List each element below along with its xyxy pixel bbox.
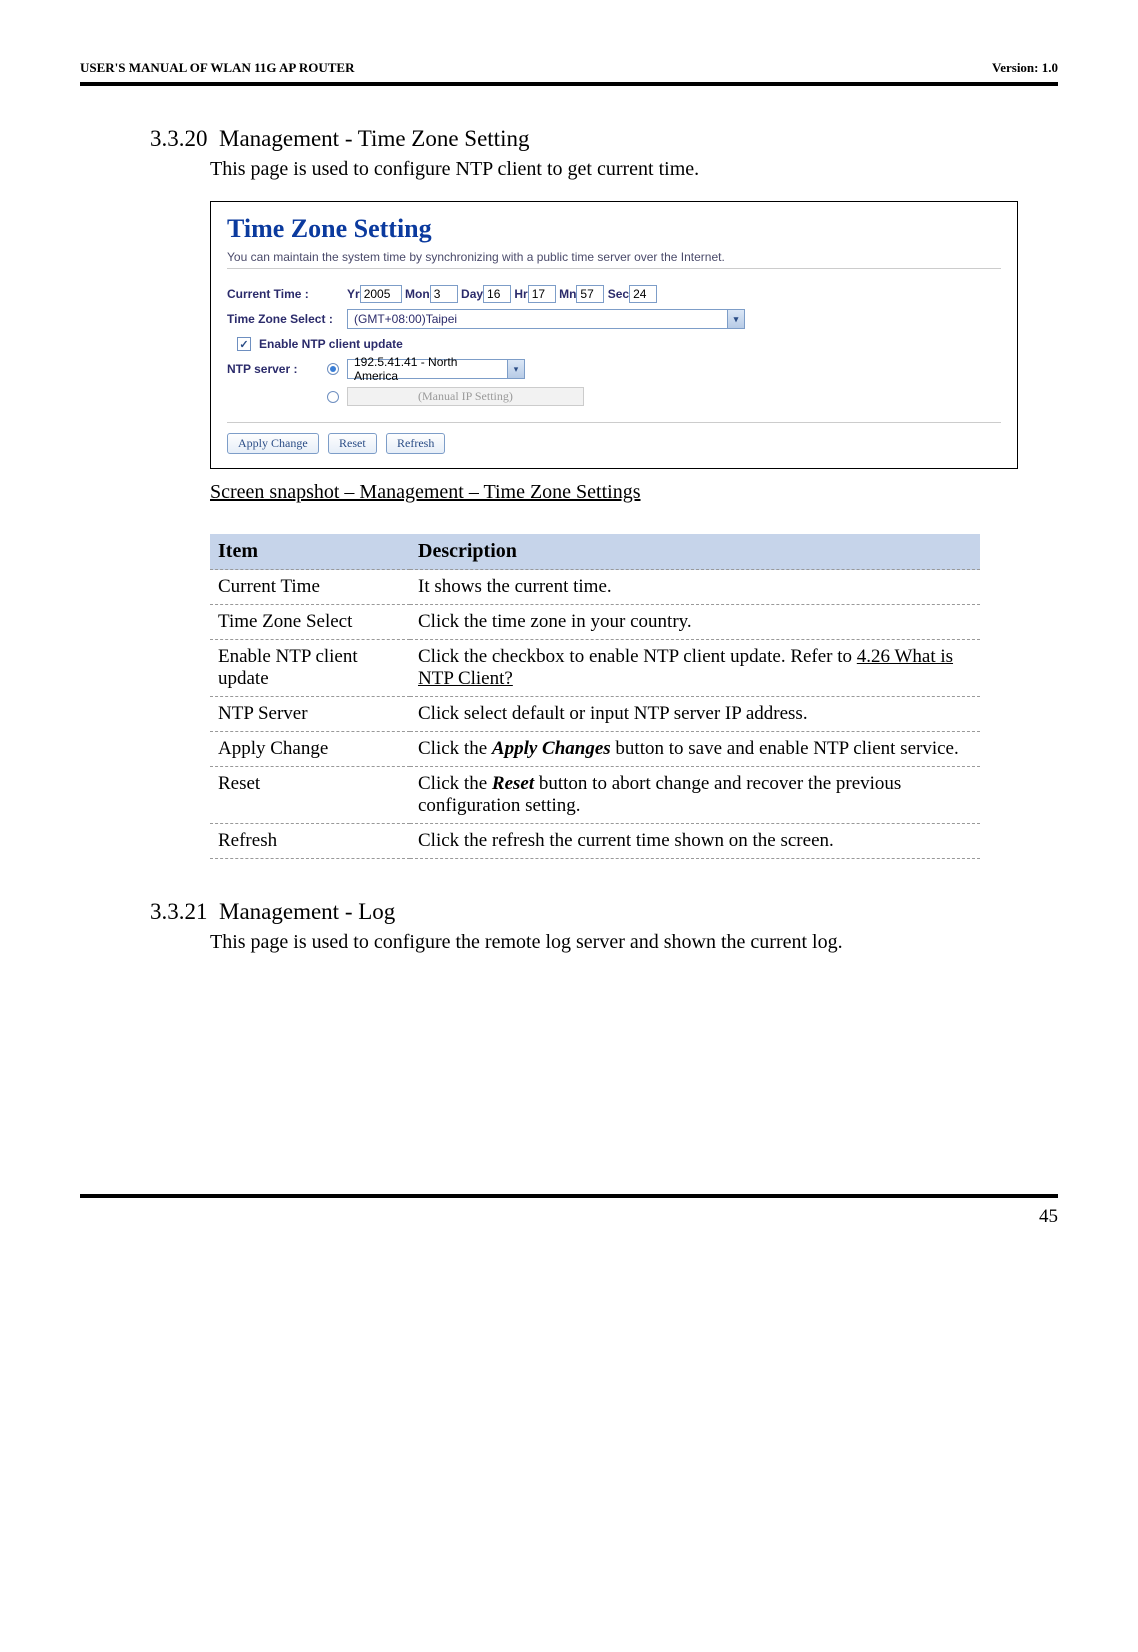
- tz-select-value: (GMT+08:00)Taipei: [347, 309, 727, 329]
- section-heading-log: 3.3.21 Management - Log: [150, 899, 1058, 925]
- header-right: Version: 1.0: [992, 60, 1058, 76]
- screenshot-panel: Time Zone Setting You can maintain the s…: [210, 201, 1018, 469]
- section-intro-log: This page is used to configure the remot…: [210, 931, 1058, 954]
- section-heading-tz: 3.3.20 Management - Time Zone Setting: [150, 126, 1058, 152]
- screenshot-title: Time Zone Setting: [227, 214, 1001, 244]
- mn-input[interactable]: [576, 285, 604, 303]
- button-row: Apply Change Reset Refresh: [227, 422, 1001, 454]
- ntp-server-label: NTP server :: [227, 362, 327, 376]
- chevron-down-icon[interactable]: ▾: [507, 359, 525, 379]
- screenshot-desc: You can maintain the system time by sync…: [227, 250, 1001, 264]
- hr-input[interactable]: [528, 285, 556, 303]
- section-intro-tz: This page is used to configure NTP clien…: [210, 158, 1058, 181]
- table-row: NTP Server Click select default or input…: [210, 697, 980, 732]
- mon-input[interactable]: [430, 285, 458, 303]
- hr-label: Hr: [514, 287, 527, 301]
- manual-ip-input[interactable]: (Manual IP Setting): [347, 387, 584, 406]
- refresh-button[interactable]: Refresh: [386, 433, 445, 454]
- ntp-radio-manual[interactable]: [327, 391, 339, 403]
- reset-button[interactable]: Reset: [328, 433, 377, 454]
- mn-label: Mn: [559, 287, 576, 301]
- screenshot-caption: Screen snapshot – Management – Time Zone…: [210, 481, 1058, 504]
- ntp-server-select[interactable]: 192.5.41.41 - North America ▾: [347, 359, 525, 379]
- description-table: Item Description Current Time It shows t…: [210, 534, 980, 859]
- page-number: 45: [80, 1206, 1058, 1228]
- table-row: Refresh Click the refresh the current ti…: [210, 824, 980, 859]
- enable-ntp-label: Enable NTP client update: [259, 337, 403, 351]
- tz-label: Time Zone Select :: [227, 312, 347, 326]
- current-time-row: Current Time : Yr Mon Day Hr Mn Sec: [227, 285, 1001, 303]
- current-time-label: Current Time :: [227, 287, 347, 301]
- sec-label: Sec: [608, 287, 629, 301]
- footer-rule: [80, 1194, 1058, 1198]
- chevron-down-icon[interactable]: ▾: [727, 309, 745, 329]
- tz-select[interactable]: (GMT+08:00)Taipei ▾: [347, 309, 745, 329]
- table-row: Apply Change Click the Apply Changes but…: [210, 732, 980, 767]
- day-label: Day: [461, 287, 483, 301]
- yr-label: Yr: [347, 287, 360, 301]
- table-row: Current Time It shows the current time.: [210, 570, 980, 605]
- table-row: Time Zone Select Click the time zone in …: [210, 605, 980, 640]
- enable-ntp-row: ✓ Enable NTP client update: [237, 337, 1001, 351]
- enable-ntp-checkbox[interactable]: ✓: [237, 337, 251, 351]
- screenshot-hr: [227, 268, 1001, 269]
- sec-input[interactable]: [629, 285, 657, 303]
- table-row: Enable NTP client update Click the check…: [210, 640, 980, 697]
- ntp-server-value: 192.5.41.41 - North America: [347, 359, 507, 379]
- table-row: Reset Click the Reset button to abort ch…: [210, 767, 980, 824]
- mon-label: Mon: [405, 287, 430, 301]
- header-rule: [80, 82, 1058, 86]
- yr-input[interactable]: [360, 285, 402, 303]
- day-input[interactable]: [483, 285, 511, 303]
- th-item: Item: [210, 534, 410, 570]
- apply-change-button[interactable]: Apply Change: [227, 433, 319, 454]
- tz-row: Time Zone Select : (GMT+08:00)Taipei ▾: [227, 309, 1001, 329]
- header-left: USER'S MANUAL OF WLAN 11G AP ROUTER: [80, 60, 355, 76]
- th-desc: Description: [410, 534, 980, 570]
- ntp-radio-selected[interactable]: [327, 363, 339, 375]
